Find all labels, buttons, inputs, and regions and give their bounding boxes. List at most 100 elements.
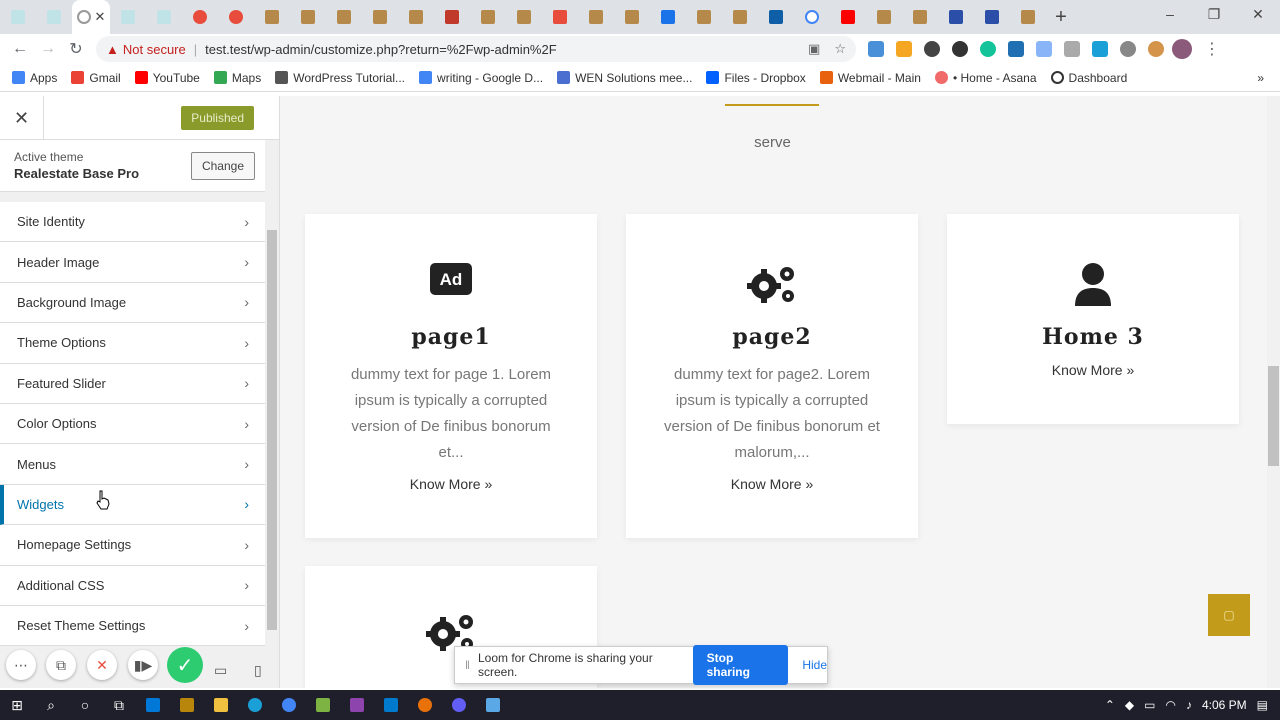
calculator-icon[interactable] — [170, 690, 204, 720]
change-theme-button[interactable]: Change — [190, 151, 255, 180]
browser-tab[interactable] — [470, 0, 506, 34]
browser-tab[interactable] — [182, 0, 218, 34]
menu-item-background-image[interactable]: Background Image › — [0, 282, 265, 324]
drag-handle-icon[interactable]: ‖ — [465, 658, 470, 672]
volume-icon[interactable]: ♪ — [1186, 698, 1192, 712]
browser-tab[interactable] — [506, 0, 542, 34]
browser-tab[interactable] — [36, 0, 72, 34]
tablet-preview-icon[interactable]: ▭ — [214, 662, 227, 679]
new-tab-button[interactable]: + — [1046, 6, 1076, 29]
extension-icon[interactable] — [924, 41, 940, 57]
know-more-link[interactable]: Know More » — [305, 476, 597, 492]
cast-icon[interactable]: ▣ — [808, 41, 820, 57]
profile-avatar[interactable] — [1172, 39, 1192, 59]
browser-tab[interactable] — [938, 0, 974, 34]
notification-icon[interactable]: ▤ — [1257, 698, 1268, 712]
chrome-active-icon[interactable] — [408, 690, 442, 720]
know-more-link[interactable]: Know More » — [947, 362, 1239, 378]
loom-finish-icon[interactable]: ✓ — [167, 647, 203, 683]
loom-app-icon[interactable] — [442, 690, 476, 720]
close-tab-icon[interactable]: ✕ — [95, 9, 106, 25]
menu-kebab-icon[interactable]: ⋮ — [1204, 39, 1220, 59]
vscode-icon[interactable] — [374, 690, 408, 720]
task-view-icon[interactable]: ⧉ — [102, 690, 136, 720]
menu-item-reset-theme-settings[interactable]: Reset Theme Settings › — [0, 605, 265, 647]
menu-item-widgets[interactable]: Widgets › — [0, 484, 265, 526]
app-icon[interactable] — [306, 690, 340, 720]
browser-tab[interactable] — [794, 0, 830, 34]
cookie-icon[interactable] — [1148, 41, 1164, 57]
browser-tab[interactable] — [326, 0, 362, 34]
browser-tab[interactable] — [254, 0, 290, 34]
panel-scrollbar-thumb[interactable] — [267, 230, 277, 630]
bookmark-item[interactable]: Maps — [213, 71, 261, 85]
address-bar[interactable]: ▲ Not secure | test.test/wp-admin/custom… — [96, 36, 856, 62]
bookmark-item[interactable]: Files - Dropbox — [706, 71, 806, 85]
extension-icon[interactable] — [952, 41, 968, 57]
rss-icon[interactable] — [896, 41, 912, 57]
extension-icon[interactable] — [1064, 41, 1080, 57]
browser-tab[interactable] — [398, 0, 434, 34]
extension-icon[interactable] — [1008, 41, 1024, 57]
extension-icon[interactable] — [1120, 41, 1136, 57]
preview-scrollbar-thumb[interactable] — [1268, 366, 1279, 466]
menu-item-theme-options[interactable]: Theme Options › — [0, 323, 265, 364]
browser-tab[interactable] — [650, 0, 686, 34]
bookmark-item[interactable]: Apps — [12, 71, 57, 85]
menu-item-color-options[interactable]: Color Options › — [0, 403, 265, 445]
mobile-preview-icon[interactable]: ▯ — [254, 662, 262, 679]
browser-tab[interactable] — [866, 0, 902, 34]
windows-start-icon[interactable]: ⊞ — [0, 690, 34, 720]
publish-button[interactable]: Published — [181, 105, 254, 130]
loom-camera-icon[interactable]: ⧉ — [46, 650, 76, 680]
browser-tab[interactable] — [290, 0, 326, 34]
close-customizer-icon[interactable]: ✕ — [0, 95, 44, 140]
browser-tab[interactable] — [0, 0, 36, 34]
browser-tab[interactable] — [974, 0, 1010, 34]
network-icon[interactable]: ◠ — [1165, 698, 1175, 712]
clock-text[interactable]: 4:06 PM — [1202, 698, 1247, 712]
battery-icon[interactable]: ▭ — [1144, 698, 1155, 712]
menu-item-menus[interactable]: Menus › — [0, 444, 265, 485]
notepad-icon[interactable] — [476, 690, 510, 720]
scroll-to-top-button[interactable]: ▢ — [1208, 594, 1250, 636]
browser-tab[interactable] — [578, 0, 614, 34]
file-explorer-icon[interactable] — [204, 690, 238, 720]
menu-item-homepage-settings[interactable]: Homepage Settings › — [0, 525, 265, 566]
browser-tab[interactable] — [434, 0, 470, 34]
browser-tab[interactable] — [830, 0, 866, 34]
browser-tab[interactable] — [722, 0, 758, 34]
extension-icon[interactable] — [868, 41, 884, 57]
browser-tab[interactable] — [758, 0, 794, 34]
pen-icon[interactable] — [340, 690, 374, 720]
bookmark-item[interactable]: WordPress Tutorial... — [275, 71, 405, 85]
bookmark-item[interactable]: • Home - Asana — [934, 71, 1037, 85]
bookmark-item[interactable]: YouTube — [134, 71, 200, 85]
stop-sharing-button[interactable]: Stop sharing — [692, 645, 789, 685]
browser-tab[interactable] — [902, 0, 938, 34]
loom-pause-icon[interactable]: ▮▶ — [128, 650, 158, 680]
browser-tab[interactable] — [1010, 0, 1046, 34]
chrome-icon[interactable] — [272, 690, 306, 720]
browser-tab[interactable] — [146, 0, 182, 34]
loom-more-icon[interactable]: ⋯ — [6, 650, 36, 680]
know-more-link[interactable]: Know More » — [626, 476, 918, 492]
forward-icon[interactable]: → — [34, 40, 62, 58]
restore-icon[interactable]: ❐ — [1192, 0, 1236, 30]
bookmark-item[interactable]: Gmail — [71, 71, 121, 85]
menu-item-site-identity[interactable]: Site Identity › — [0, 202, 265, 243]
bookmark-item[interactable]: Dashboard — [1050, 71, 1127, 85]
browser-tab[interactable] — [614, 0, 650, 34]
browser-tab[interactable] — [110, 0, 146, 34]
edge-icon[interactable] — [238, 690, 272, 720]
menu-item-featured-slider[interactable]: Featured Slider › — [0, 363, 265, 404]
bookmark-star-icon[interactable]: ☆ — [834, 41, 846, 57]
tray-chevron-icon[interactable]: ⌃ — [1105, 698, 1115, 712]
browser-tab[interactable] — [362, 0, 398, 34]
dropbox-tray-icon[interactable]: ◆ — [1125, 698, 1134, 712]
code-icon[interactable] — [1036, 41, 1052, 57]
back-icon[interactable]: ← — [6, 40, 34, 58]
close-window-icon[interactable]: ✕ — [1236, 0, 1280, 30]
grammarly-icon[interactable] — [980, 41, 996, 57]
menu-item-additional-css[interactable]: Additional CSS › — [0, 565, 265, 606]
